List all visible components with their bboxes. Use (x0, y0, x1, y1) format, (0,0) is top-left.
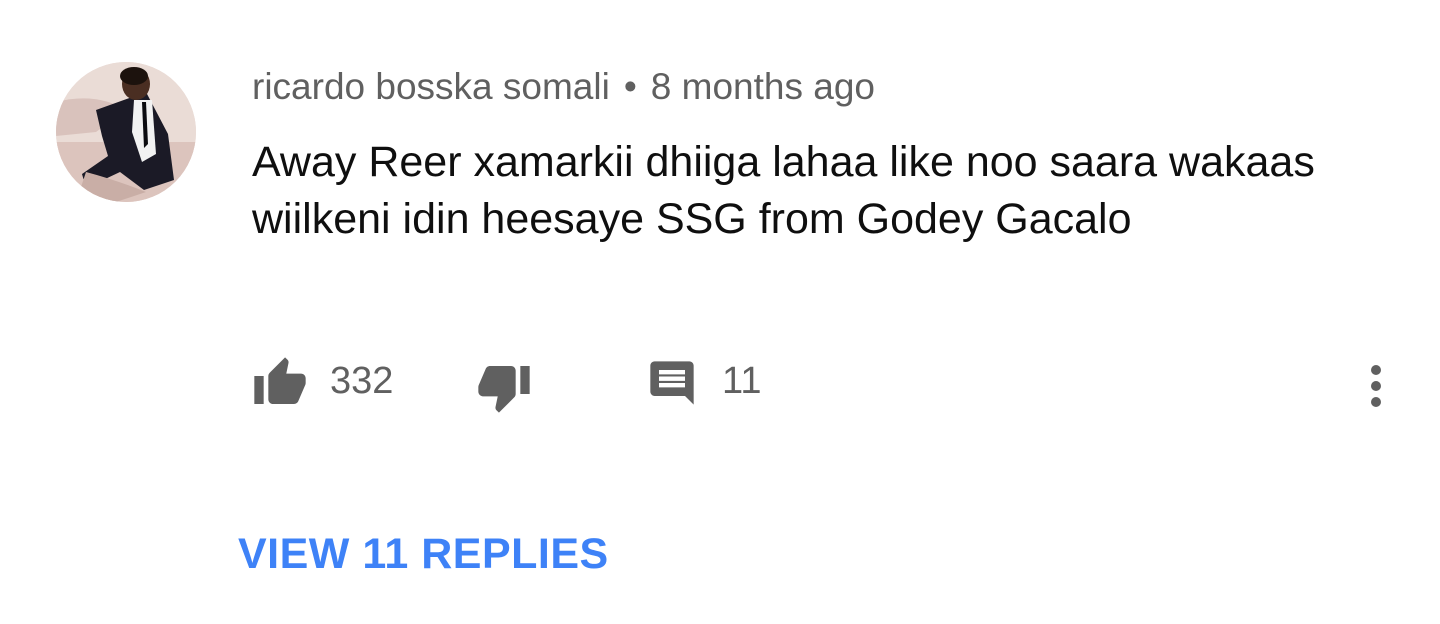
like-count: 332 (330, 360, 394, 402)
comment-meta: ricardo bosska somali • 8 months ago (252, 64, 875, 110)
comment-item: ricardo bosska somali • 8 months ago Away … (0, 0, 1440, 624)
like-button[interactable] (252, 348, 308, 418)
reply-count: 11 (722, 360, 762, 402)
avatar-image (56, 62, 196, 202)
more-vertical-icon (1371, 365, 1381, 407)
more-options-button[interactable] (1358, 362, 1394, 410)
author-name[interactable]: ricardo bosska somali (252, 66, 610, 107)
thumbs-down-icon (478, 366, 530, 413)
view-replies-button[interactable]: VIEW 11 REPLIES (238, 528, 609, 580)
dislike-button[interactable] (476, 352, 532, 422)
comment-icon (650, 361, 694, 405)
author-avatar[interactable] (56, 62, 196, 202)
comment-timestamp: 8 months ago (650, 66, 875, 107)
thumbs-up-icon (254, 357, 306, 404)
meta-separator: • (623, 66, 637, 107)
comment-actions: 332 11 (252, 348, 1402, 418)
reply-button[interactable] (644, 348, 700, 418)
comment-text: Away Reer xamarkii dhiiga lahaa like noo… (252, 138, 1315, 243)
